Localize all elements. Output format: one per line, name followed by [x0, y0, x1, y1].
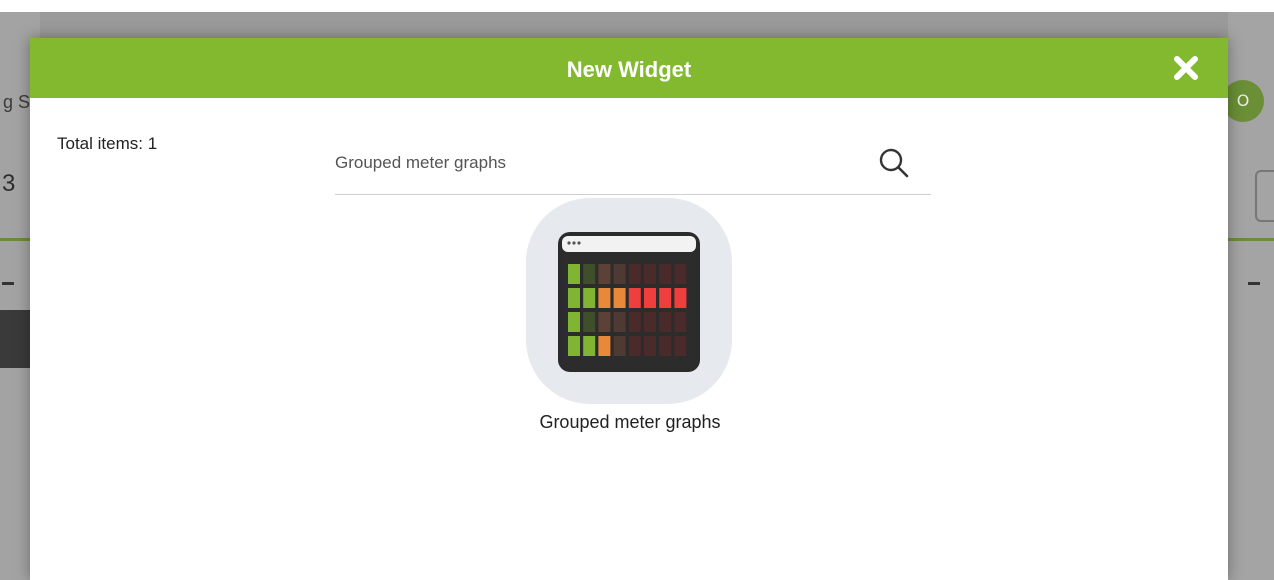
meter-cell — [674, 264, 687, 284]
meter-cell — [628, 288, 641, 308]
meter-cell — [628, 336, 641, 356]
meter-cell — [659, 312, 672, 332]
meter-cell — [568, 288, 580, 308]
meter-cell — [583, 312, 596, 332]
meter-cell — [583, 288, 596, 308]
widget-label: Grouped meter graphs — [539, 412, 721, 432]
widget-item-grouped-meter-graphs[interactable]: Grouped meter graphs — [500, 198, 760, 448]
close-button[interactable] — [1170, 52, 1202, 84]
meter-cell — [568, 336, 580, 356]
meter-cell — [659, 264, 672, 284]
background-dark-block — [0, 310, 30, 368]
meter-cell — [598, 336, 611, 356]
meter-cell — [674, 312, 687, 332]
modal-title: New Widget — [566, 57, 692, 82]
modal-header: New Widget — [30, 38, 1228, 98]
meter-cell — [644, 312, 656, 332]
meter-cell — [613, 264, 626, 284]
meter-cell — [644, 336, 656, 356]
meter-cell — [598, 264, 611, 284]
widget-thumbnail — [526, 198, 732, 404]
meter-cell — [674, 288, 687, 308]
meter-cell — [583, 264, 596, 284]
background-dash-right — [1248, 282, 1260, 285]
meter-cell — [568, 264, 580, 284]
grouped-meter-graphs-icon — [558, 232, 700, 372]
meter-cell — [659, 336, 672, 356]
meter-cell — [659, 288, 672, 308]
new-widget-modal: New Widget Total items: 1 Grouped meter … — [30, 38, 1228, 580]
search-icon — [879, 148, 909, 178]
background-number-fragment: 3 — [2, 170, 16, 197]
meter-cell — [628, 312, 641, 332]
meter-cell — [674, 336, 687, 356]
meter-cell — [568, 312, 580, 332]
meter-cell — [628, 264, 641, 284]
meter-cell — [583, 336, 596, 356]
meter-cell — [613, 312, 626, 332]
page-top-strip — [0, 0, 1274, 12]
background-dash — [2, 282, 14, 285]
meter-cell — [598, 288, 611, 308]
background-divider-right — [1228, 238, 1274, 241]
background-text-fragment: g S — [3, 92, 31, 112]
meter-cell — [644, 288, 656, 308]
background-input-fragment — [1255, 170, 1274, 222]
search-button[interactable] — [877, 146, 911, 180]
meter-cell — [644, 264, 656, 284]
meter-cell — [613, 336, 626, 356]
meter-cell — [613, 288, 626, 308]
search-input[interactable] — [335, 150, 855, 176]
meter-cell — [598, 312, 611, 332]
total-items-count: Total items: 1 — [57, 134, 158, 153]
close-icon — [1174, 56, 1198, 80]
avatar: O — [1222, 80, 1264, 122]
search-bar — [335, 138, 931, 195]
